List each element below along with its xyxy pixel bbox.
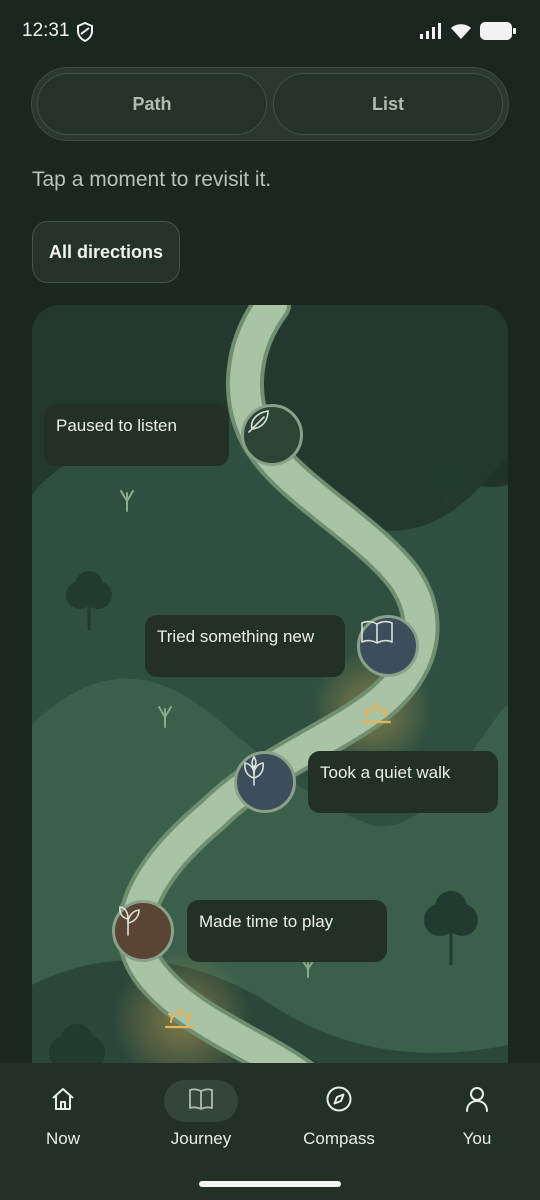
status-time: 12:31: [22, 20, 70, 41]
bottom-nav: Now Journey Compass You: [0, 1063, 540, 1200]
nav-label: Journey: [170, 1129, 232, 1148]
moment-label[interactable]: Took a quiet walk: [308, 751, 498, 813]
nav-item-you[interactable]: You: [422, 1081, 532, 1149]
home-icon: [50, 1086, 76, 1117]
status-bar: 12:31: [0, 0, 540, 66]
moment-label[interactable]: Tried something new: [145, 615, 345, 677]
tab-list[interactable]: List: [273, 73, 503, 135]
home-indicator[interactable]: [199, 1181, 341, 1187]
nav-item-journey[interactable]: Journey: [146, 1080, 256, 1149]
tab-path[interactable]: Path: [37, 73, 267, 135]
shield-icon: [76, 21, 94, 47]
system-icons: [420, 22, 516, 45]
wifi-icon: [450, 23, 472, 45]
nav-label: Compass: [303, 1129, 375, 1148]
nav-label: Now: [45, 1129, 80, 1148]
hint-text: Tap a moment to revisit it.: [32, 168, 272, 191]
moment-node[interactable]: [241, 404, 303, 466]
nav-item-compass[interactable]: Compass: [284, 1081, 394, 1149]
battery-icon: [480, 22, 516, 45]
filter-chip[interactable]: All directions: [32, 221, 181, 283]
nav-item-now[interactable]: Now: [8, 1081, 118, 1149]
person-icon: [464, 1085, 490, 1118]
moment-node[interactable]: [234, 751, 296, 813]
view-toggle: Path List: [31, 67, 509, 141]
moment-label[interactable]: Made time to play: [187, 900, 387, 962]
moment-label[interactable]: Paused to listen: [44, 404, 229, 466]
compass-icon: [325, 1085, 353, 1118]
journey-map: Paused to listen Tried something new Too…: [32, 305, 508, 1105]
moment-node[interactable]: [357, 615, 419, 677]
moment-node[interactable]: [112, 900, 174, 962]
map-book-icon: [188, 1087, 214, 1116]
nav-label: You: [462, 1129, 492, 1148]
active-indicator: [164, 1080, 238, 1122]
signal-icon: [420, 23, 442, 44]
